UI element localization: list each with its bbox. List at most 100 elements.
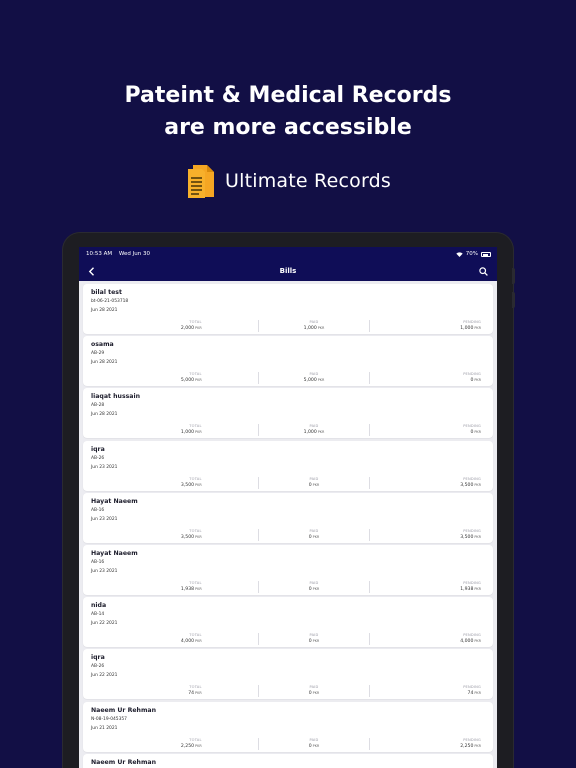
- pending-amount: PENDING 74PKR: [369, 685, 487, 698]
- total-value: 74: [188, 691, 195, 697]
- bill-date: Jun 23 2021: [91, 464, 118, 470]
- paid-amount: PAID 0PKR: [257, 685, 370, 698]
- bills-list: bilal test bt-06-21-053718 Jun 28 2021 T…: [79, 281, 497, 768]
- currency-label: PKR: [195, 743, 202, 748]
- total-amount: TOTAL 2,250PKR: [91, 738, 258, 750]
- search-icon[interactable]: [477, 264, 491, 278]
- bill-card[interactable]: Hayat Naeem AB-16 Jun 23 2021 TOTAL 1,93…: [83, 544, 493, 595]
- battery-icon: [481, 251, 491, 257]
- total-value: 2,250: [180, 743, 195, 749]
- headline-line-1: Pateint & Medical Records: [124, 83, 452, 108]
- currency-label: PKR: [312, 691, 320, 696]
- status-bar: 10:53 AM Wed Jun 30 70%: [79, 247, 497, 261]
- tablet-volume-up-button: [512, 268, 515, 284]
- currency-label: PKR: [474, 534, 482, 539]
- paid-amount: PAID 0PKR: [257, 580, 370, 593]
- paid-amount: PAID 0PKR: [257, 476, 370, 489]
- total-value: 4,000: [180, 639, 195, 645]
- bill-card[interactable]: Hayat Naeem AB-16 Jun 23 2021 TOTAL 3,50…: [83, 492, 493, 543]
- bill-id: AB-26: [91, 455, 105, 461]
- amounts-row: TOTAL 3,500PKR PAID 0PKR PENDING 3,500PK…: [91, 528, 487, 541]
- bill-date: Jun 23 2021: [91, 516, 118, 522]
- pending-amount: PENDING 4,000PKR: [369, 633, 487, 646]
- bill-card[interactable]: iqra AB-26 Jun 23 2021 TOTAL 3,500PKR PA…: [83, 440, 493, 491]
- patient-name: iqra: [91, 654, 105, 662]
- paid-value: 5,000: [303, 378, 317, 384]
- paid-value: 0: [308, 743, 312, 749]
- app-screen: 10:53 AM Wed Jun 30 70% Bills bilal test…: [79, 247, 497, 768]
- currency-label: PKR: [474, 743, 482, 748]
- bill-date: Jun 28 2021: [91, 412, 118, 418]
- bill-card[interactable]: osama AB-29 Jun 28 2021 TOTAL 5,000PKR P…: [83, 336, 493, 387]
- bill-date: Jun 23 2021: [91, 568, 118, 574]
- amounts-row: TOTAL 74PKR PAID 0PKR PENDING 74PKR: [91, 685, 487, 698]
- wifi-icon: [456, 251, 463, 257]
- paid-amount: PAID 1,000PKR: [257, 424, 370, 437]
- patient-name: Naeem Ur Rehman: [91, 706, 156, 714]
- paid-value: 0: [308, 482, 312, 488]
- pending-amount: PENDING 3,500PKR: [369, 476, 487, 489]
- paid-amount: PAID 0PKR: [257, 633, 370, 646]
- currency-label: PKR: [195, 326, 202, 330]
- currency-label: PKR: [195, 430, 202, 435]
- document-icon: [185, 164, 215, 198]
- amounts-row: TOTAL 2,000PKR PAID 1,000PKR PENDING 1,0…: [91, 320, 487, 332]
- bill-date: Jun 28 2021: [91, 360, 118, 366]
- bill-card[interactable]: iqra AB-26 Jun 22 2021 TOTAL 74PKR PAID …: [83, 649, 493, 700]
- total-amount: TOTAL 3,500PKR: [91, 477, 258, 489]
- pending-value: 0: [470, 430, 474, 436]
- pending-amount: PENDING 1,938PKR: [369, 580, 487, 593]
- patient-name: osama: [91, 341, 114, 349]
- currency-label: PKR: [317, 378, 325, 383]
- total-value: 1,000: [180, 430, 195, 436]
- amounts-row: TOTAL 5,000PKR PAID 5,000PKR PENDING 0PK…: [91, 372, 487, 385]
- bill-id: AB-26: [91, 664, 105, 670]
- pending-amount: PENDING 0PKR: [369, 424, 487, 437]
- currency-label: PKR: [474, 482, 482, 487]
- currency-label: PKR: [195, 482, 202, 487]
- total-amount: TOTAL 3,500PKR: [91, 529, 258, 541]
- total-value: 3,500: [180, 482, 195, 488]
- currency-label: PKR: [195, 639, 202, 644]
- total-amount: TOTAL 5,000PKR: [91, 372, 258, 384]
- paid-amount: PAID 0PKR: [257, 528, 370, 541]
- page-title: Bills: [279, 267, 297, 275]
- paid-value: 1,000: [303, 430, 317, 436]
- pending-value: 3,500: [460, 534, 474, 540]
- currency-label: PKR: [474, 430, 482, 435]
- currency-label: PKR: [312, 534, 320, 539]
- battery-percent: 70%: [465, 251, 478, 257]
- currency-label: PKR: [474, 326, 482, 330]
- pending-value: 2,250: [460, 743, 474, 749]
- currency-label: PKR: [195, 691, 202, 696]
- paid-amount: PAID 1,000PKR: [257, 320, 370, 332]
- bill-id: AB-16: [91, 559, 105, 565]
- paid-value: 0: [308, 691, 312, 697]
- bill-card[interactable]: bilal test bt-06-21-053718 Jun 28 2021 T…: [83, 284, 493, 334]
- amounts-row: TOTAL 3,500PKR PAID 0PKR PENDING 3,500PK…: [91, 476, 487, 489]
- patient-name: liaqat hussain: [91, 393, 141, 401]
- patient-name: nida: [91, 602, 107, 610]
- bill-card[interactable]: liaqat hussain AB-28 Jun 28 2021 TOTAL 1…: [83, 388, 493, 439]
- currency-label: PKR: [312, 743, 320, 748]
- bill-card[interactable]: nida AB-14 Jun 22 2021 TOTAL 4,000PKR PA…: [83, 597, 493, 648]
- currency-label: PKR: [317, 430, 325, 435]
- status-date: Wed Jun 30: [118, 251, 150, 257]
- bill-id: AB-28: [91, 403, 105, 409]
- pending-amount: PENDING 0PKR: [369, 372, 487, 385]
- pending-value: 0: [470, 378, 474, 384]
- bill-card[interactable]: Naeem Ur Rehman TOTAL PAID PENDING: [83, 753, 493, 768]
- paid-amount: PAID 0PKR: [257, 737, 370, 750]
- pending-amount: PENDING 3,500PKR: [369, 528, 487, 541]
- pending-value: 4,000: [460, 639, 474, 645]
- chevron-left-icon[interactable]: [85, 264, 99, 278]
- currency-label: PKR: [312, 586, 320, 591]
- currency-label: PKR: [474, 586, 482, 591]
- total-amount: TOTAL 2,000PKR: [91, 320, 258, 332]
- total-amount: TOTAL 1,938PKR: [91, 581, 258, 593]
- total-amount: TOTAL 1,000PKR: [91, 424, 258, 436]
- bill-card[interactable]: Naeem Ur Rehman N-08-19-045357 Jun 21 20…: [83, 701, 493, 752]
- hero-headline: Pateint & Medical Records are more acces…: [0, 80, 576, 144]
- headline-line-2: are more accessible: [164, 115, 412, 140]
- pending-value: 74: [467, 691, 474, 697]
